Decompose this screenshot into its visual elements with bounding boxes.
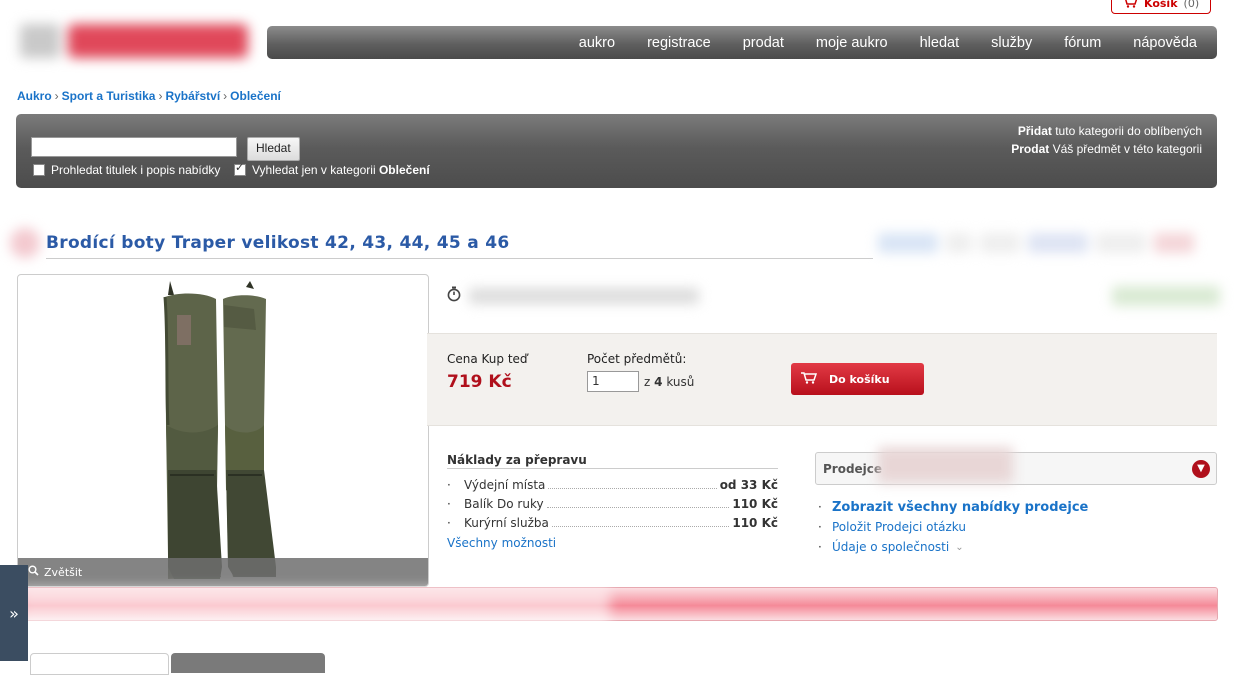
buy-box: Cena Kup teď 719 Kč Počet předmětů: 1 z … (427, 333, 1217, 426)
nav-sluzby[interactable]: služby (975, 35, 1048, 51)
cart-count: (0) (1183, 0, 1200, 10)
main-navigation: aukro registrace prodat moje aukro hleda… (267, 26, 1217, 59)
shipping-all-options-link[interactable]: Všechny možnosti (447, 536, 556, 550)
breadcrumb: Aukro › Sport a Turistika › Rybářství › Obleče… (17, 89, 281, 103)
nav-moje-aukro[interactable]: moje aukro (800, 35, 904, 51)
quantity-input[interactable]: 1 (587, 371, 639, 392)
breadcrumb-rybarstvi[interactable]: Rybářství (165, 89, 220, 103)
quantity-label: Počet předmětů: (587, 352, 687, 366)
cart-button[interactable]: Košík (0) (1111, 0, 1211, 14)
shipping-item: · Kurýrní služba 110 Kč (447, 516, 778, 530)
chevron-down-icon[interactable]: ⌄ (955, 542, 963, 553)
option-label: Vyhledat jen v kategorii Oblečení (252, 163, 430, 177)
double-chevron-right-icon: » (9, 603, 19, 623)
chevron-down-icon[interactable]: ▼ (1192, 460, 1210, 478)
seller-name-redacted (878, 447, 1013, 483)
search-button[interactable]: Hledat (247, 137, 300, 161)
seller-all-offers-link[interactable]: Zobrazit všechny nabídky prodejce (832, 500, 1088, 515)
timer-value-redacted (469, 287, 699, 304)
nav-hledat[interactable]: hledat (904, 35, 976, 51)
shipping-item: · Balík Do ruky 110 Kč (447, 497, 778, 511)
aukro-logo[interactable] (12, 10, 252, 68)
price-value: 719 Kč (447, 372, 512, 392)
stopwatch-icon (447, 286, 461, 305)
add-to-cart-button[interactable]: Do košíku (791, 363, 924, 395)
product-image-panel[interactable]: Zvětšit (17, 274, 429, 587)
cart-icon (1122, 0, 1138, 11)
search-category-option[interactable]: Vyhledat jen v kategorii Oblečení (234, 161, 430, 177)
quantity-available: z 4 kusů (644, 375, 695, 389)
social-share-buttons[interactable] (878, 228, 1223, 258)
shipping-heading: Náklady za přepravu (447, 453, 587, 467)
auction-timer (447, 286, 699, 305)
seller-links: · Zobrazit všechny nabídky prodejce · Polo… (818, 499, 1089, 555)
shipping-list: · Výdejní místa od 33 Kč · Balík Do ruky 110… (447, 478, 778, 535)
price-label: Cena Kup teď (447, 352, 528, 366)
seller-dropdown[interactable]: Prodejce ▼ (815, 447, 1217, 485)
nav-registrace[interactable]: registrace (631, 35, 727, 51)
magnifier-icon (28, 565, 39, 579)
cart-label: Košík (1144, 0, 1178, 10)
search-input[interactable] (31, 137, 237, 157)
zoom-bar[interactable]: Zvětšit (18, 558, 428, 586)
nav-forum[interactable]: fórum (1048, 35, 1117, 51)
shipping-divider (447, 468, 778, 469)
zoom-label: Zvětšit (44, 565, 83, 579)
product-title: Brodící boty Traper velikost 42, 43, 44,… (46, 233, 510, 253)
breadcrumb-sport[interactable]: Sport a Turistika (62, 89, 156, 103)
checkbox-checked[interactable] (234, 161, 246, 176)
category-links: Přidat tuto kategorii do oblíbených Prod… (1011, 122, 1202, 158)
search-band: Hledat Prohledat titulek i popis nabídky… (16, 114, 1217, 188)
wader-boots-image (163, 281, 276, 579)
seller-label: Prodejce (823, 462, 883, 476)
nav-aukro[interactable]: aukro (563, 35, 631, 51)
nav-napoveda[interactable]: nápověda (1117, 35, 1217, 51)
status-badge-redacted (1112, 286, 1220, 306)
promo-banner-redacted (20, 587, 610, 633)
nav-prodat[interactable]: prodat (727, 35, 800, 51)
shipping-item: · Výdejní místa od 33 Kč (447, 478, 778, 492)
add-favorite-link[interactable]: Přidat tuto kategorii do oblíbených (1011, 122, 1202, 140)
sell-item-link[interactable]: Prodat Váš předmět v této kategorii (1011, 140, 1202, 158)
tab-description[interactable] (30, 653, 169, 675)
title-divider (46, 258, 873, 259)
expand-sidebar-button[interactable]: » (0, 565, 28, 661)
ask-seller-link[interactable]: Položit Prodejci otázku (832, 520, 966, 534)
checkbox[interactable] (33, 164, 45, 176)
option-label: Prohledat titulek i popis nabídky (51, 163, 221, 177)
search-title-description-option[interactable]: Prohledat titulek i popis nabídky (33, 163, 220, 177)
offer-badge-icon (10, 228, 40, 258)
company-info-link[interactable]: Údaje o společnosti (832, 540, 949, 554)
breadcrumb-aukro[interactable]: Aukro (17, 89, 52, 103)
tab-other[interactable] (171, 653, 325, 673)
breadcrumb-obleceni[interactable]: Oblečení (230, 89, 281, 103)
cart-icon (801, 371, 818, 387)
add-to-cart-label: Do košíku (829, 372, 890, 386)
